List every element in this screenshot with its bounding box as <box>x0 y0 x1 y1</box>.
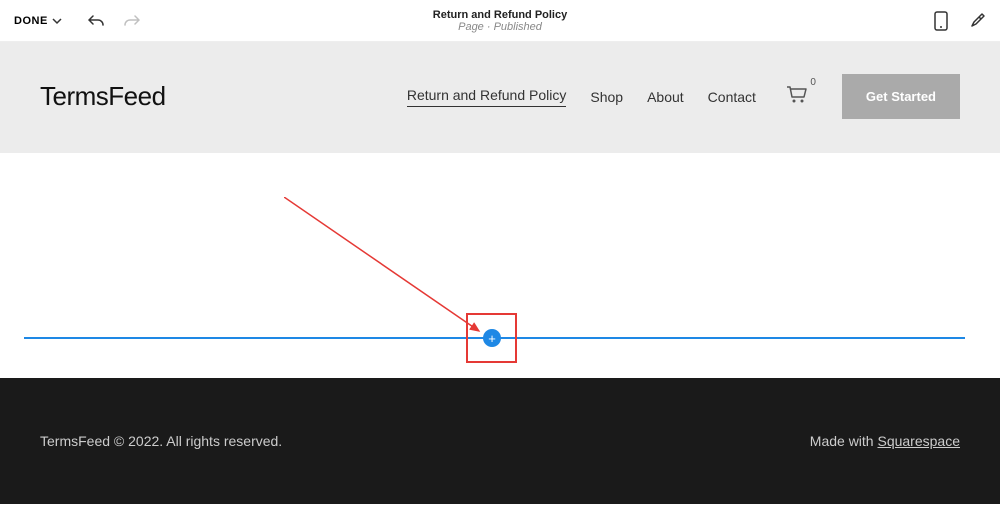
nav-link-about[interactable]: About <box>647 89 684 105</box>
done-label: DONE <box>14 15 48 27</box>
nav-link-shop[interactable]: Shop <box>590 89 623 105</box>
add-section-button[interactable]: + <box>483 329 501 347</box>
mobile-preview-button[interactable] <box>934 11 948 31</box>
mobile-icon <box>934 11 948 31</box>
redo-icon <box>124 14 140 28</box>
chevron-down-icon <box>52 16 62 26</box>
get-started-button[interactable]: Get Started <box>842 74 960 119</box>
cart-count: 0 <box>810 77 816 88</box>
undo-icon <box>88 14 104 28</box>
nav-link-return-policy[interactable]: Return and Refund Policy <box>407 87 567 107</box>
page-content-area[interactable]: + <box>0 153 1000 378</box>
paintbrush-icon <box>968 12 986 30</box>
footer-made-prefix: Made with <box>810 433 878 449</box>
cart-icon <box>786 85 808 103</box>
top-bar-center: Return and Refund Policy Page · Publishe… <box>433 9 567 33</box>
done-button[interactable]: DONE <box>14 15 62 27</box>
annotation-arrow <box>284 197 494 347</box>
site-footer: TermsFeed © 2022. All rights reserved. M… <box>0 378 1000 504</box>
cart-button[interactable]: 0 <box>786 85 808 108</box>
history-controls <box>88 14 140 28</box>
canvas[interactable]: TermsFeed Return and Refund Policy Shop … <box>0 42 1000 505</box>
site-logo[interactable]: TermsFeed <box>40 81 166 112</box>
undo-button[interactable] <box>88 14 104 28</box>
site-header: TermsFeed Return and Refund Policy Shop … <box>0 42 1000 153</box>
page-title: Return and Refund Policy <box>433 9 567 21</box>
top-bar-left: DONE <box>14 14 140 28</box>
styles-button[interactable] <box>968 12 986 30</box>
redo-button[interactable] <box>124 14 140 28</box>
page-subtitle: Page · Published <box>433 21 567 33</box>
editor-top-bar: DONE Return and Refund Policy Page · Pub… <box>0 0 1000 42</box>
nav-link-contact[interactable]: Contact <box>708 89 756 105</box>
footer-madewith: Made with Squarespace <box>810 433 960 449</box>
footer-squarespace-link[interactable]: Squarespace <box>877 433 960 449</box>
top-bar-right <box>934 11 986 31</box>
footer-copyright: TermsFeed © 2022. All rights reserved. <box>40 433 282 449</box>
plus-icon: + <box>488 332 496 345</box>
site-nav: Return and Refund Policy Shop About Cont… <box>407 74 960 119</box>
